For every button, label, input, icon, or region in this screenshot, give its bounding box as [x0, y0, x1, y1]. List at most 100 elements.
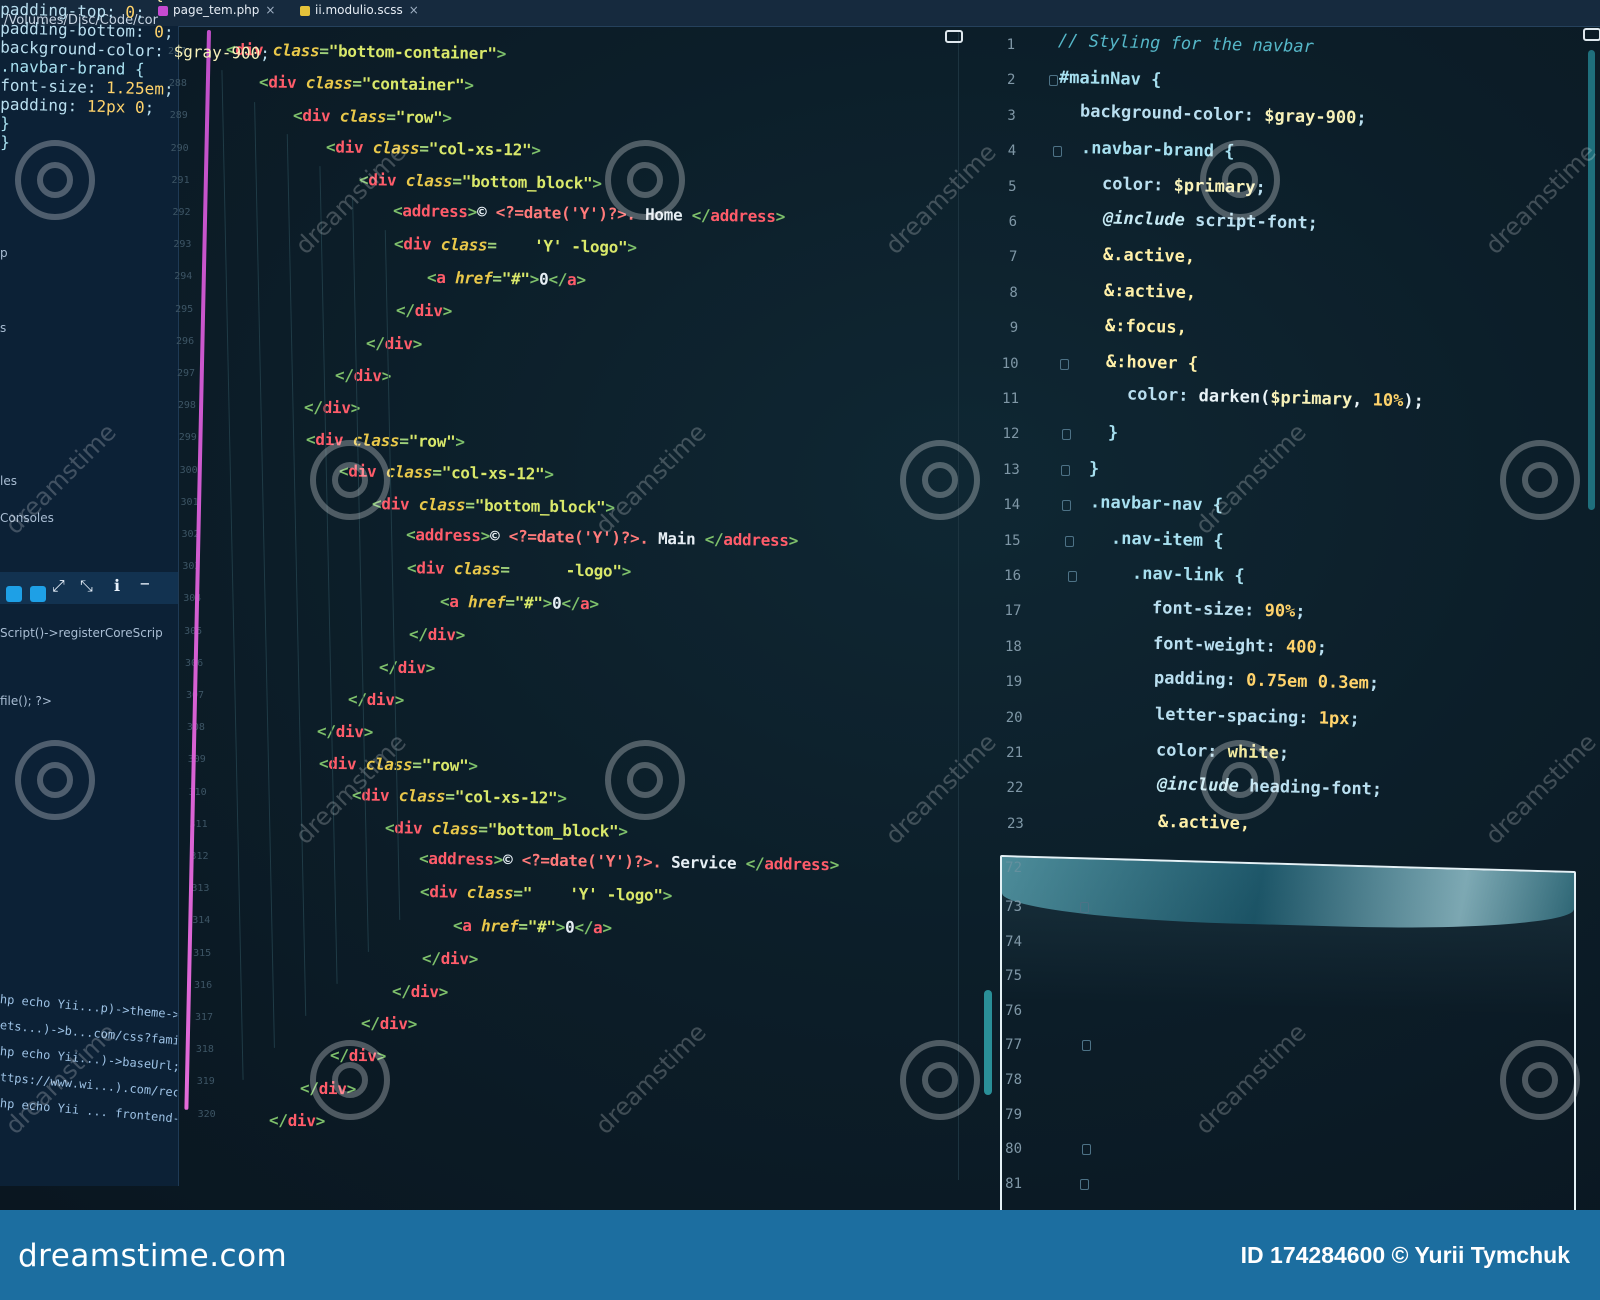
code-line[interactable]: </div> — [422, 949, 478, 969]
code-line[interactable]: <a href="#">0</a> — [427, 268, 586, 289]
code-token-br: </ — [396, 300, 416, 321]
code-line[interactable]: <div class="col-xs-12"> — [352, 786, 567, 808]
code-line[interactable]: <div class="bottom_block"> — [372, 494, 615, 517]
code-line[interactable]: .nav-link { — [1131, 564, 1244, 587]
code-token-amp: &.active, — [1103, 245, 1196, 268]
code-token-tag: div — [394, 817, 423, 838]
watermark-text: dreamstime — [1190, 418, 1312, 540]
fold-icon[interactable] — [1080, 1178, 1089, 1190]
code-line[interactable]: <div class=" 'Y' -logo"> — [420, 882, 672, 905]
collapse-icon[interactable]: ⤡ — [80, 576, 93, 596]
code-line[interactable]: letter-spacing: 1px; — [1155, 704, 1360, 729]
code-token-prop: ; — [144, 97, 155, 118]
code-line[interactable]: </div> — [317, 722, 373, 742]
code-line[interactable]: <div class= -logo"> — [407, 559, 631, 582]
fold-icon[interactable] — [1060, 464, 1070, 476]
code-line[interactable]: padding: 0.75em 0.3em; — [1154, 668, 1380, 693]
code-token-br: > — [442, 301, 453, 321]
code-line[interactable]: <div class= 'Y' -logo"> — [394, 234, 637, 257]
line-number: 8 — [1009, 284, 1018, 301]
line-number: 79 — [1005, 1106, 1022, 1123]
split-divider[interactable] — [958, 30, 959, 1180]
code-token-br: > — [315, 1111, 326, 1131]
highlighted-code: 7273&.navbar-shrink {74padding-top: 0;75… — [0, 0, 1600, 1192]
code-token-prop: ; — [1278, 743, 1290, 764]
code-token-attr: class — [453, 559, 501, 580]
code-token-num: 400 — [1286, 636, 1318, 658]
line-number: 73 — [1005, 899, 1022, 915]
fold-icon[interactable] — [1082, 1144, 1091, 1156]
fold-icon[interactable] — [1061, 500, 1071, 512]
code-line[interactable]: } — [1089, 459, 1100, 479]
code-line[interactable]: </div> — [366, 333, 422, 353]
line-number: 23 — [1006, 815, 1024, 832]
code-line[interactable]: font-weight: 400; — [1153, 634, 1327, 658]
fold-icon[interactable] — [1060, 358, 1070, 370]
line-number: 74 — [1005, 933, 1022, 950]
fold-icon[interactable] — [1064, 535, 1074, 547]
line-number: 72 — [1005, 860, 1022, 876]
code-line[interactable]: </div> — [335, 366, 391, 386]
code-line[interactable]: font-size: 90%; — [1152, 599, 1306, 623]
code-token-prop: padding: — [1153, 668, 1247, 691]
code-line[interactable]: @include script-font; — [1102, 208, 1317, 233]
code-line[interactable]: </div> — [304, 398, 360, 418]
code-token-num: 90% — [1264, 601, 1296, 623]
code-line[interactable]: &.active, — [1103, 245, 1196, 267]
code-token-tag: div — [287, 1111, 316, 1131]
watermark-spiral-icon — [605, 140, 685, 220]
watermark-text: dreamstime — [1480, 728, 1600, 850]
expand-icon[interactable]: ⤢ — [52, 576, 65, 596]
code-line[interactable]: </div> — [409, 625, 465, 645]
watermark-spiral-icon — [605, 740, 685, 820]
code-line[interactable]: </div> — [379, 657, 435, 677]
code-token-eq: = — [505, 592, 515, 612]
code-line[interactable]: color: darken($primary, 10%); — [1127, 384, 1424, 411]
console-icon[interactable] — [6, 586, 22, 602]
sidebar-code-line: file(); ?> — [0, 694, 52, 708]
code-line[interactable]: </div> — [396, 301, 452, 321]
fold-icon[interactable] — [1082, 1040, 1091, 1052]
code-token-eq: = — [513, 883, 523, 904]
code-line[interactable]: <a href="#">0</a> — [453, 916, 612, 937]
fold-icon[interactable] — [1067, 571, 1077, 582]
line-number: 6 — [1008, 214, 1017, 230]
code-token-tag: div — [414, 301, 444, 321]
code-line[interactable]: <address>© <?=date('Y')?>. Service </add… — [418, 849, 838, 875]
terminal-icon[interactable] — [30, 586, 46, 602]
code-token-sel: } — [0, 132, 11, 152]
code-token-attr: class — [440, 235, 488, 255]
code-token-br: < — [305, 429, 316, 449]
code-line[interactable]: </div> — [269, 1111, 325, 1131]
code-token-num: 0 — [154, 22, 165, 42]
code-line[interactable]: <a href="#">0</a> — [440, 592, 599, 613]
code-line[interactable]: &:focus, — [1105, 316, 1187, 338]
code-token-tag: div — [366, 689, 395, 710]
code-token-sp — [472, 916, 482, 935]
code-line[interactable]: <address>© <?=date('Y')?>. Home </addres… — [392, 201, 784, 226]
scrollbar[interactable] — [984, 990, 992, 1095]
watermark-spiral-icon — [1500, 1040, 1580, 1120]
code-token-br: > — [544, 464, 554, 484]
code-line[interactable]: <div class="bottom_block"> — [385, 818, 628, 841]
code-token-br: > — [589, 593, 599, 614]
code-line[interactable]: </div> — [361, 1014, 417, 1034]
line-number: 10 — [1001, 355, 1019, 372]
minimize-icon[interactable]: − — [140, 574, 150, 593]
code-token-sp — [396, 170, 406, 189]
code-token-prop: ; — [1295, 602, 1307, 623]
code-line[interactable]: } — [1108, 423, 1119, 443]
code-line[interactable]: &:hover { — [1106, 351, 1199, 373]
code-token-php: <?=date('Y')?>. — [521, 850, 662, 872]
fold-icon[interactable] — [1061, 429, 1071, 441]
code-token-br: > — [412, 333, 422, 354]
code-token-br: < — [418, 848, 429, 868]
html-line-gutter: 287 288 289 290 291 292 293 294 295 296 297 298 299 3… — [150, 36, 216, 1126]
fold-icon[interactable] — [1080, 902, 1089, 913]
code-line[interactable]: </div> — [392, 981, 448, 1001]
code-line[interactable]: &:active, — [1104, 281, 1197, 303]
code-token-txt: © — [502, 850, 522, 870]
info-icon[interactable]: ℹ — [114, 576, 120, 595]
code-token-tag: a — [462, 915, 472, 935]
line-number: 313 — [191, 883, 210, 895]
